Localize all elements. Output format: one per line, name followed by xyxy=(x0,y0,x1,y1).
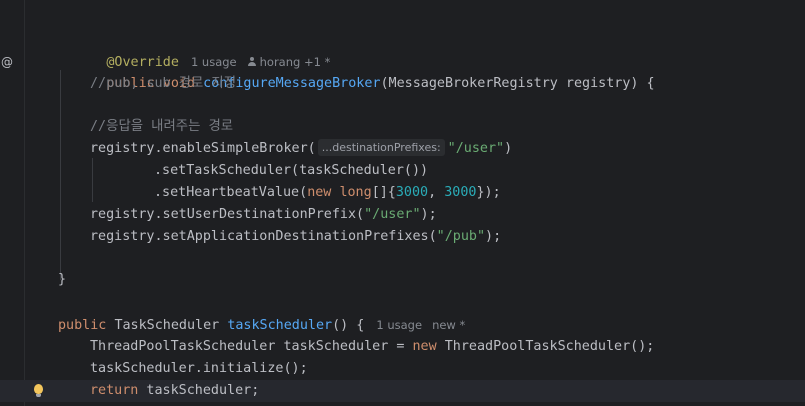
bulb-icon[interactable] xyxy=(34,384,43,397)
code-line-1[interactable]: @Override 1 usage horang +1 * xyxy=(0,29,805,70)
code-text: }); xyxy=(476,185,501,200)
code-line-5[interactable]: //응답을 내려주는 경로 xyxy=(0,116,805,138)
code-text: ) xyxy=(504,141,513,156)
comment: //응답을 내려주는 경로 xyxy=(90,119,234,134)
new-marker-inlay[interactable]: new * xyxy=(432,318,465,332)
code-line-4[interactable] xyxy=(0,95,805,117)
code-line-12[interactable]: } xyxy=(0,269,805,291)
code-line-14[interactable]: public TaskScheduler taskScheduler() { 1 … xyxy=(0,314,805,336)
string-literal: "/user" xyxy=(364,207,421,222)
code-text: ThreadPoolTaskScheduler taskScheduler = xyxy=(90,339,413,354)
code-text: []{ xyxy=(371,185,396,200)
string-literal: "/pub" xyxy=(436,229,486,244)
code-line-7[interactable]: .setTaskScheduler(taskScheduler()) xyxy=(0,160,805,182)
code-line-8[interactable]: .setHeartbeatValue(new long[]{3000, 3000… xyxy=(0,182,805,204)
parameter-hint[interactable]: ...destinationPrefixes: xyxy=(317,139,445,156)
code-line-13[interactable] xyxy=(0,292,805,314)
code-text: taskScheduler; xyxy=(138,383,260,398)
keyword: new xyxy=(412,339,437,354)
code-line-10[interactable]: registry.setApplicationDestinationPrefix… xyxy=(0,226,805,248)
code-line-3[interactable]: //pub, sub 경로 지정 xyxy=(0,73,805,95)
type-name: TaskScheduler xyxy=(114,318,220,333)
code-line-6[interactable]: registry.enableSimpleBroker(...destinati… xyxy=(0,138,805,160)
method-name: taskScheduler xyxy=(227,318,333,333)
code-text: registry.enableSimpleBroker( xyxy=(90,141,316,156)
code-text: taskScheduler.initialize(); xyxy=(90,361,308,376)
at-icon[interactable]: @ xyxy=(1,51,13,73)
code-line-16[interactable]: taskScheduler.initialize(); xyxy=(0,358,805,380)
code-line-11[interactable] xyxy=(0,248,805,270)
code-editor[interactable]: @Override 1 usage horang +1 * @ public voi… xyxy=(0,0,805,406)
number-literal: 3000 xyxy=(444,185,477,200)
code-text: () { xyxy=(332,318,365,333)
code-text: .setHeartbeatValue( xyxy=(154,185,308,200)
keyword: return xyxy=(90,383,139,398)
code-text: } xyxy=(58,272,67,287)
code-text: registry.setApplicationDestinationPrefix… xyxy=(90,229,437,244)
code-text: registry.setUserDestinationPrefix( xyxy=(90,207,365,222)
usage-inlay[interactable]: 1 usage new * xyxy=(376,318,465,332)
code-text: ); xyxy=(485,229,502,244)
keyword: long xyxy=(339,185,372,200)
code-text: ); xyxy=(420,207,437,222)
code-text: ThreadPoolTaskScheduler(); xyxy=(436,339,655,354)
code-line-2[interactable]: @ public void configureMessageBroker(Mes… xyxy=(0,51,805,91)
number-literal: 3000 xyxy=(395,185,429,200)
code-line-17-current[interactable]: return taskScheduler; xyxy=(0,380,805,402)
code-text: .setTaskScheduler(taskScheduler()) xyxy=(154,163,429,178)
code-line-15[interactable]: ThreadPoolTaskScheduler taskScheduler = … xyxy=(0,336,805,358)
code-text: , xyxy=(428,185,445,200)
keyword: new xyxy=(307,185,332,200)
string-literal: "/user" xyxy=(447,141,505,156)
comment: //pub, sub 경로 지정 xyxy=(90,76,237,91)
code-line-9[interactable]: registry.setUserDestinationPrefix("/user… xyxy=(0,204,805,226)
keyword: public xyxy=(58,318,107,333)
